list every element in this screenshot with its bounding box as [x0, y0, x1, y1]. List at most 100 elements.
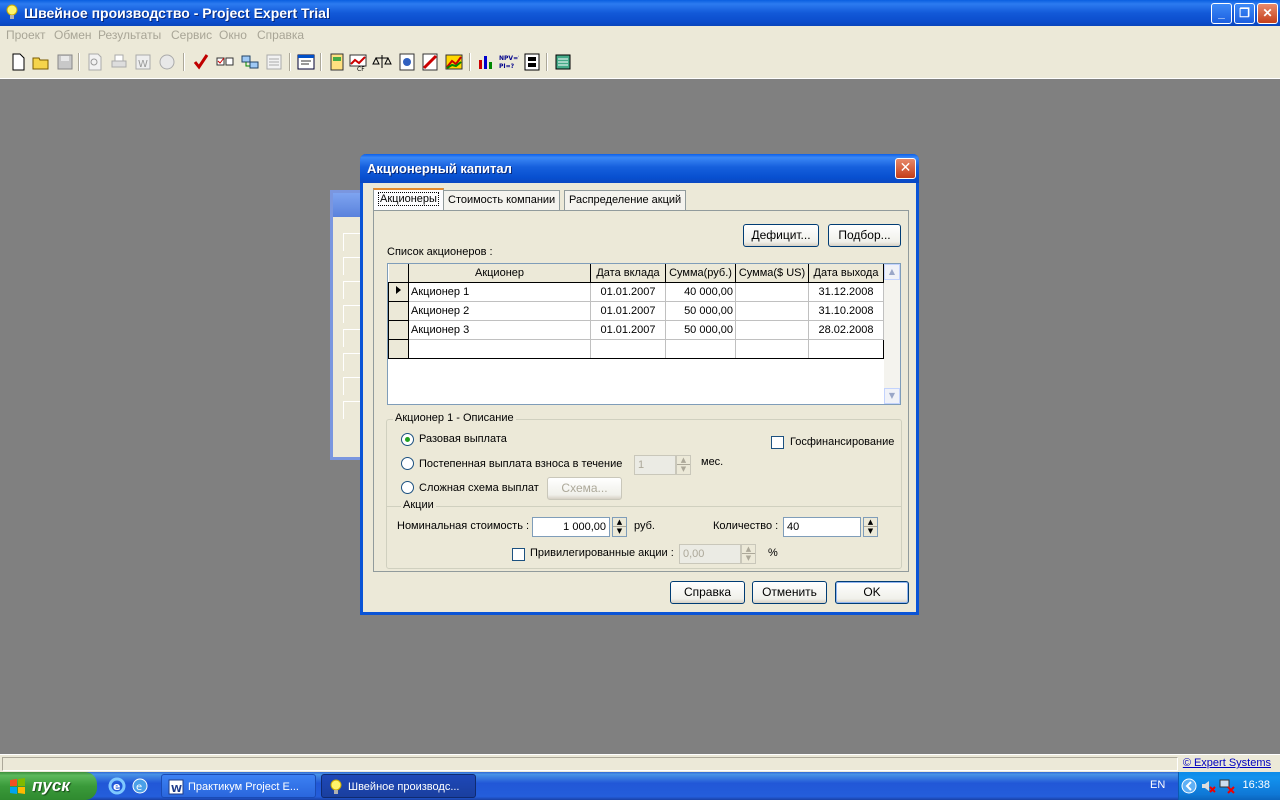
percent-unit-label: %: [768, 547, 778, 559]
list-icon[interactable]: [264, 52, 284, 72]
expert-systems-link[interactable]: © Expert Systems: [1183, 757, 1271, 769]
window-icon[interactable]: [296, 52, 316, 72]
analysis-icon[interactable]: [397, 52, 417, 72]
help-button[interactable]: Справка: [670, 581, 745, 604]
nominal-value-field[interactable]: 1 000,00: [532, 517, 610, 537]
task-practicum[interactable]: W Практикум Project E...: [161, 774, 316, 798]
cashflow-icon[interactable]: CF: [348, 52, 368, 73]
tray-expand-icon[interactable]: [1181, 778, 1197, 794]
radio-once-payment[interactable]: [401, 433, 414, 446]
scroll-down-icon[interactable]: ▼: [884, 388, 900, 404]
table-row-empty[interactable]: [388, 338, 884, 359]
menu-exchange[interactable]: Обмен: [54, 28, 92, 42]
menu-service[interactable]: Сервис: [171, 28, 212, 42]
export-icon[interactable]: [157, 52, 177, 72]
col-header-sum-usd[interactable]: Сумма($ US): [735, 264, 809, 283]
preferred-shares-label[interactable]: Привилегированные акции :: [530, 547, 674, 559]
minimize-button[interactable]: _: [1211, 3, 1232, 24]
chart-icon[interactable]: [444, 52, 464, 72]
task-sewing-production[interactable]: Швейное производс...: [321, 774, 476, 798]
ok-button[interactable]: OK: [835, 581, 909, 604]
balance-icon[interactable]: [372, 52, 392, 72]
tab-shareholders[interactable]: Акционеры: [373, 188, 444, 210]
radio-complex-payment[interactable]: [401, 481, 414, 494]
dialog-title-bar[interactable]: Акционерный капитал ✕: [360, 154, 919, 183]
toolbar: W CF NPV=?PI=?: [0, 45, 1280, 79]
compare-icon[interactable]: [215, 52, 235, 72]
close-button[interactable]: ✕: [1257, 3, 1278, 24]
radio-gradual-payment[interactable]: [401, 457, 414, 470]
col-header-date-out[interactable]: Дата выхода: [808, 264, 884, 283]
report-icon[interactable]: [420, 52, 440, 72]
scheme-button[interactable]: Схема...: [547, 477, 622, 500]
nominal-value-spinner[interactable]: ▲ ▼: [612, 517, 627, 537]
save-icon[interactable]: [55, 52, 75, 72]
menu-results[interactable]: Результаты: [98, 28, 161, 42]
language-indicator[interactable]: EN: [1150, 779, 1165, 791]
radio-complex-label[interactable]: Сложная схема выплат: [419, 482, 539, 494]
table-icon[interactable]: [327, 52, 347, 72]
gradual-months-field[interactable]: 1: [634, 455, 676, 475]
radio-once-label[interactable]: Разовая выплата: [419, 433, 507, 445]
grid-scrollbar[interactable]: ▲ ▼: [884, 264, 900, 404]
open-icon[interactable]: [31, 52, 51, 72]
preferred-shares-checkbox[interactable]: [512, 548, 525, 561]
svg-text:CF: CF: [357, 66, 365, 72]
bar-chart-icon[interactable]: [476, 52, 496, 72]
col-header-sum-rub[interactable]: Сумма(руб.): [665, 264, 736, 283]
preferred-shares-spinner[interactable]: ▲ ▼: [741, 544, 756, 564]
menu-help[interactable]: Справка: [257, 28, 304, 42]
tab-company-value[interactable]: Стоимость компании: [443, 190, 561, 210]
gov-funding-label[interactable]: Госфинансирование: [790, 436, 894, 448]
svg-text:W: W: [171, 784, 182, 795]
structure-icon[interactable]: [522, 52, 542, 72]
nominal-unit-label: руб.: [634, 520, 655, 532]
network-disconnected-icon[interactable]: [1219, 778, 1235, 794]
tab-page-shareholders: Дефицит... Подбор... Список акционеров :…: [373, 210, 909, 572]
dialog-close-button[interactable]: ✕: [895, 158, 916, 179]
word-document-icon: W: [168, 779, 184, 795]
print-icon[interactable]: [109, 52, 129, 72]
table-row[interactable]: Акционер 3 01.01.2007 50 000,00 28.02.20…: [388, 319, 884, 340]
cancel-button[interactable]: Отменить: [752, 581, 827, 604]
menu-window[interactable]: Окно: [219, 28, 247, 42]
clock[interactable]: 16:38: [1242, 779, 1270, 791]
svg-text:PI=?: PI=?: [499, 63, 515, 70]
tab-share-distribution[interactable]: Распределение акций: [564, 190, 687, 210]
background-child-window[interactable]: [330, 190, 365, 460]
ie-icon[interactable]: e: [108, 777, 126, 795]
table-row[interactable]: Акционер 2 01.01.2007 50 000,00 31.10.20…: [388, 300, 884, 321]
shareholders-grid[interactable]: Акционер Дата вклада Сумма(руб.) Сумма($…: [387, 263, 901, 405]
col-header-date-in[interactable]: Дата вклада: [590, 264, 666, 283]
calc-icon[interactable]: [553, 52, 573, 72]
main-title-bar[interactable]: Швейное производство - Project Expert Tr…: [0, 0, 1280, 26]
gradual-months-spinner[interactable]: ▲ ▼: [676, 455, 691, 475]
quantity-field[interactable]: 40: [783, 517, 861, 537]
preview-icon[interactable]: [85, 52, 105, 72]
restore-button[interactable]: ❐: [1234, 3, 1255, 24]
radio-gradual-label[interactable]: Постепенная выплата взноса в течение: [419, 458, 622, 470]
deficit-button[interactable]: Дефицит...: [743, 224, 819, 247]
link-icon[interactable]: [240, 52, 260, 72]
npv-icon[interactable]: NPV=?PI=?: [499, 52, 522, 72]
window-title: Швейное производство - Project Expert Tr…: [24, 5, 330, 21]
row-indicator-icon: [388, 281, 409, 302]
start-button[interactable]: пуск: [0, 772, 97, 800]
volume-muted-icon[interactable]: [1200, 778, 1216, 794]
preferred-shares-field[interactable]: 0,00: [679, 544, 741, 564]
col-header-shareholder[interactable]: Акционер: [408, 264, 591, 283]
new-icon[interactable]: [8, 52, 28, 72]
table-row[interactable]: Акционер 1 01.01.2007 40 000,00 31.12.20…: [388, 281, 884, 302]
desktop-icon[interactable]: e: [131, 777, 149, 795]
menu-project[interactable]: Проект: [6, 28, 46, 42]
quantity-spinner[interactable]: ▲ ▼: [863, 517, 878, 537]
check-icon[interactable]: [191, 52, 211, 72]
scroll-up-icon[interactable]: ▲: [884, 264, 900, 280]
lightbulb-icon: [330, 779, 342, 794]
gov-funding-checkbox[interactable]: [771, 436, 784, 449]
menu-bar: Проект Обмен Результаты Сервис Окно Спра…: [0, 26, 1280, 45]
status-bar: © Expert Systems: [0, 754, 1280, 772]
export-word-icon[interactable]: W: [133, 52, 153, 72]
select-button[interactable]: Подбор...: [828, 224, 901, 247]
windows-logo-icon: [10, 778, 25, 794]
